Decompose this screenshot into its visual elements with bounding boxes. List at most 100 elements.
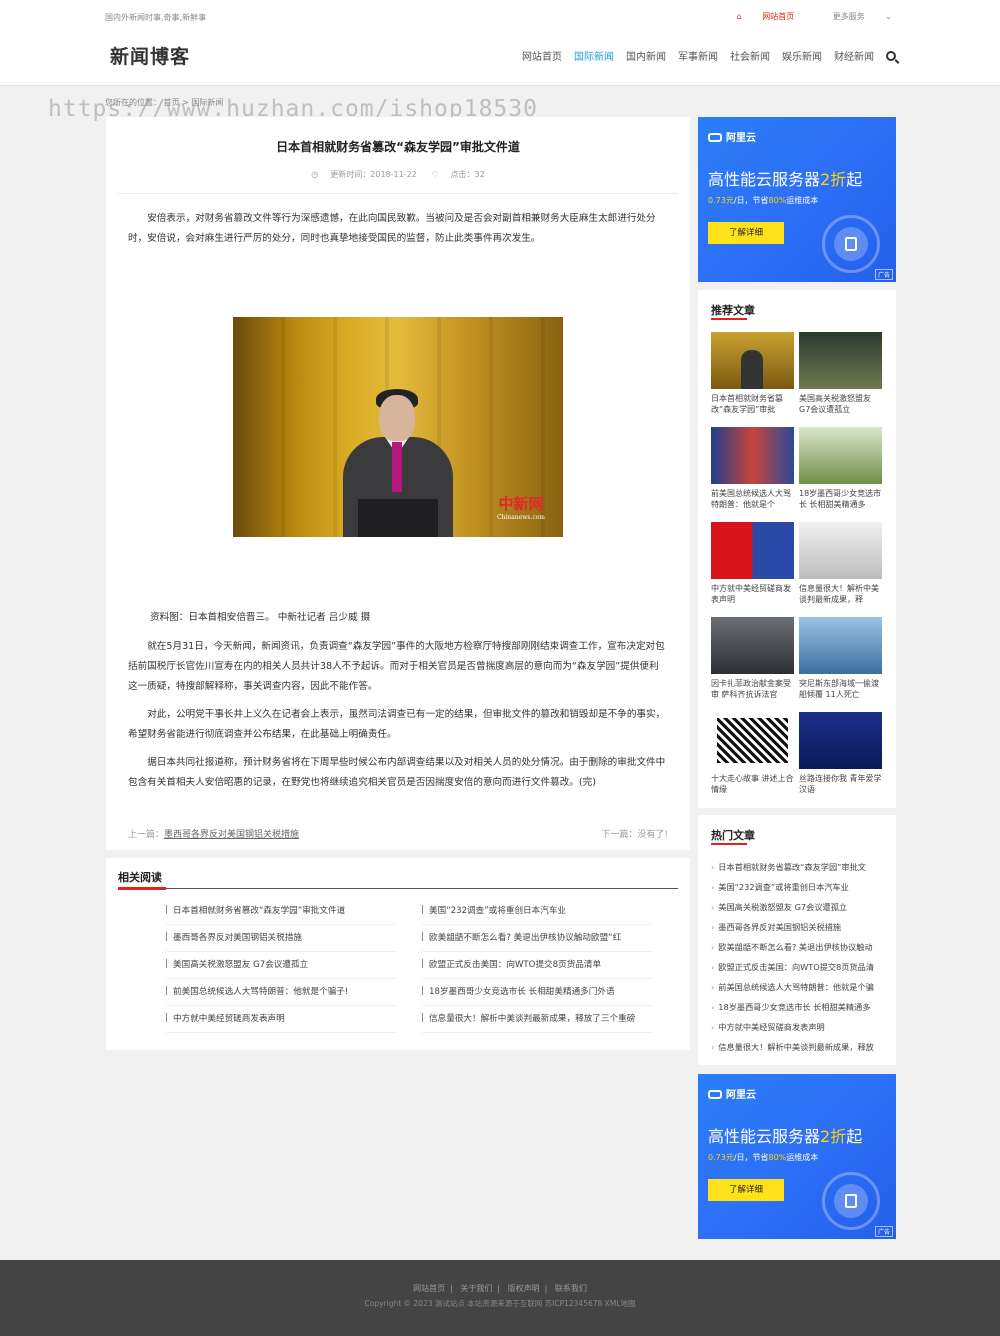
nav-item-international[interactable]: 国际新闻 [574,48,614,63]
chevron-down-icon: ⌄ [885,12,892,21]
related-reading: 相关阅读 日本首相就财务省篡改“森友学园”审批文件道 墨西哥各界反对美国钢铝关税… [106,858,690,1050]
more-services-link[interactable]: 更多服务 ⌄ [815,12,892,21]
divider [118,193,678,194]
site-logo[interactable]: 新闻博客 [110,42,190,69]
article-paragraph-1: 安倍表示，对财务省篡改文件等行为深感遗憾，在此向国民致歉。当被问及是否会对副首相… [128,213,656,244]
article-photo: 中新网 Chinanews.com [233,317,563,537]
top-home-link[interactable]: ⌂ 网站首页 [719,12,795,21]
recommend-card[interactable]: 丝路连接你我 青年爱学汉语 [799,712,882,795]
article-paragraph-2: 就在5月31日，今天新闻，新闻资讯，负责调查“森友学园”事件的大阪地方检察厅特搜… [128,641,665,692]
nav-item-military[interactable]: 军事新闻 [678,48,718,63]
ad-subline: 0.73元/日，节省80%运维成本 [708,196,819,205]
hot-item[interactable]: 欧盟正式反击美国：向WTO提交8页货品清 [711,961,887,973]
hot-item[interactable]: 美国“232调查”或将重创日本汽车业 [711,881,887,893]
recommend-card[interactable]: 美国高关税激怒盟友 G7会议遭孤立 [799,332,882,415]
recommend-card[interactable]: 18岁墨西哥少女竞选市长 长相甜美精通多 [799,427,882,510]
thumb-image [711,427,794,484]
hot-title: 热门文章 [711,829,755,842]
nav-item-entertainment[interactable]: 娱乐新闻 [782,48,822,63]
article-panel: 日本首相就财务省篡改“森友学园”审批文件道 ◷ 更新时间：2018-11-22 ♡… [106,117,690,850]
site-tagline: 国内外新闻时事,奇事,新鲜事 [105,13,207,22]
related-item[interactable]: 墨西哥各界反对美国钢铝关税措施 [166,925,396,952]
updated-time: 更新时间：2018-11-22 [330,170,417,179]
recommend-card[interactable]: 日本首相就财务省篡改“森友学园”审批 [711,332,794,415]
qr-code-image [711,712,794,769]
nav-item-home[interactable]: 网站首页 [522,48,562,63]
recommend-box: 推荐文章 日本首相就财务省篡改“森友学园”审批 美国高关税激怒盟友 G7会议遭孤… [698,290,896,808]
home-icon: ⌂ [736,12,745,21]
footer-link-about[interactable]: 关于我们 [460,1284,492,1293]
recommend-card[interactable]: 因卡扎菲政治献金案受审 萨科齐抗诉法官 [711,617,794,700]
related-title: 相关阅读 [118,871,162,884]
thumb-image [711,617,794,674]
thumb-image [711,522,794,579]
related-item[interactable]: 美国“232调查”或将重创日本汽车业 [422,898,652,925]
top-links: ⌂ 网站首页 更多服务 ⌄ [701,11,892,22]
ad-tag: 广告 [874,269,893,280]
ad-headline: 高性能云服务器2折起 [708,1127,863,1146]
cloud-icon [708,1090,722,1099]
article-meta: ◷ 更新时间：2018-11-22 ♡ 点击：32 [106,169,690,180]
related-item[interactable]: 信息量很大！解析中美谈判最新成果，释放了三个重磅 [422,1006,652,1033]
related-item[interactable]: 前美国总统候选人大骂特朗普：他就是个骗子! [166,979,396,1006]
server-icon [845,237,857,251]
next-article[interactable]: 下一篇：没有了! [601,827,668,840]
thumb-image [711,332,794,389]
main-nav: 网站首页 国际新闻 国内新闻 军事新闻 社会新闻 娱乐新闻 财经新闻 [522,48,896,63]
related-item[interactable]: 18岁墨西哥少女竞选市长 长相甜美精通多门外语 [422,979,652,1006]
thumb-image [799,617,882,674]
nav-item-society[interactable]: 社会新闻 [730,48,770,63]
photo-caption: 资料图：日本首相安倍晋三。 中新社记者 吕少威 摄 [150,612,371,623]
click-count: 点击：32 [450,170,485,179]
recommend-card[interactable]: 信息量很大！解析中美谈判最新成果，释 [799,522,882,605]
recommend-title: 推荐文章 [711,304,755,317]
hot-item[interactable]: 前美国总统候选人大骂特朗普：他就是个骗 [711,981,887,993]
article-paragraph-4: 据日本共同社报道称，预计财务省将在下周早些时候公布内部调查结果以及对相关人员的处… [128,757,666,788]
clock-icon: ◷ [311,170,319,179]
hot-item[interactable]: 墨西哥各界反对美国钢铝关税措施 [711,921,887,933]
footer-link-home[interactable]: 网站首页 [413,1284,445,1293]
hot-item[interactable]: 信息量很大！解析中美谈判最新成果，释放 [711,1041,887,1053]
thumb-image [799,427,882,484]
cloud-icon [708,133,722,142]
nav-item-finance[interactable]: 财经新闻 [834,48,874,63]
recommend-card[interactable]: 十大走心故事 讲述上合情缘 [711,712,794,795]
hot-item[interactable]: 美国高关税激怒盟友 G7会议遭孤立 [711,901,887,913]
aliyun-logo: 阿里云 [708,129,756,144]
nav-item-domestic[interactable]: 国内新闻 [626,48,666,63]
related-item[interactable]: 欧盟正式反击美国：向WTO提交8页货品清单 [422,952,652,979]
hot-item[interactable]: 欧美龃龉不断怎么看? 美退出伊核协议触动 [711,941,887,953]
aliyun-logo: 阿里云 [708,1086,756,1101]
hot-articles-box: 热门文章 日本首相就财务省篡改“森友学园”审批文 美国“232调查”或将重创日本… [698,815,896,1065]
search-icon[interactable] [886,50,896,61]
heart-icon: ♡ [431,170,439,179]
recommend-card[interactable]: 突尼斯东部海域一偷渡船倾覆 11人死亡 [799,617,882,700]
thumb-image [799,522,882,579]
ad-learn-more-button[interactable]: 了解详细 [708,222,784,244]
hot-item[interactable]: 日本首相就财务省篡改“森友学园”审批文 [711,861,887,873]
sidebar-ad-top[interactable]: 阿里云 高性能云服务器2折起 0.73元/日，节省80%运维成本 了解详细 广告 [698,117,896,282]
related-item[interactable]: 美国高关税激怒盟友 G7会议遭孤立 [166,952,396,979]
sidebar-ad-bottom[interactable]: 阿里云 高性能云服务器2折起 0.73元/日，节省80%运维成本 了解详细 广告 [698,1074,896,1239]
ad-tag: 广告 [874,1226,893,1237]
related-item[interactable]: 日本首相就财务省篡改“森友学园”审批文件道 [166,898,396,925]
ad-learn-more-button[interactable]: 了解详细 [708,1179,784,1201]
ad-headline: 高性能云服务器2折起 [708,170,863,189]
article-paragraph-3: 对此，公明党干事长井上义久在记者会上表示，虽然司法调查已有一定的结果，但审批文件… [128,709,666,740]
footer-link-copyright[interactable]: 版权声明 [508,1284,540,1293]
footer-link-contact[interactable]: 联系我们 [555,1284,587,1293]
copyright-text: Copyright © 2023 测试站点 本站资源来源于互联网 苏ICP123… [364,1299,636,1308]
article-title: 日本首相就财务省篡改“森友学园”审批文件道 [276,140,520,154]
ad-subline: 0.73元/日，节省80%运维成本 [708,1153,819,1162]
hot-item[interactable]: 18岁墨西哥少女竞选市长 长相甜美精通多 [711,1001,887,1013]
hot-item[interactable]: 中方就中美经贸磋商发表声明 [711,1021,887,1033]
recommend-card[interactable]: 中方就中美经贸磋商发表声明 [711,522,794,605]
thumb-image [799,712,882,769]
prev-article[interactable]: 上一篇：墨西哥各界反对美国钢铝关税措施 [128,827,299,840]
related-item[interactable]: 欧美龃龉不断怎么看? 美退出伊核协议触动欧盟“红 [422,925,652,952]
footer: 网站首页 | 关于我们 | 版权声明 | 联系我们 Copyright © 2023 … [0,1260,1000,1336]
related-item[interactable]: 中方就中美经贸磋商发表声明 [166,1006,396,1033]
recommend-card[interactable]: 前美国总统候选人大骂特朗普：他就是个 [711,427,794,510]
top-header: 国内外新闻时事,奇事,新鲜事 ⌂ 网站首页 更多服务 ⌄ 新闻博客 网站首页 国… [0,0,1000,86]
thumb-image [799,332,882,389]
